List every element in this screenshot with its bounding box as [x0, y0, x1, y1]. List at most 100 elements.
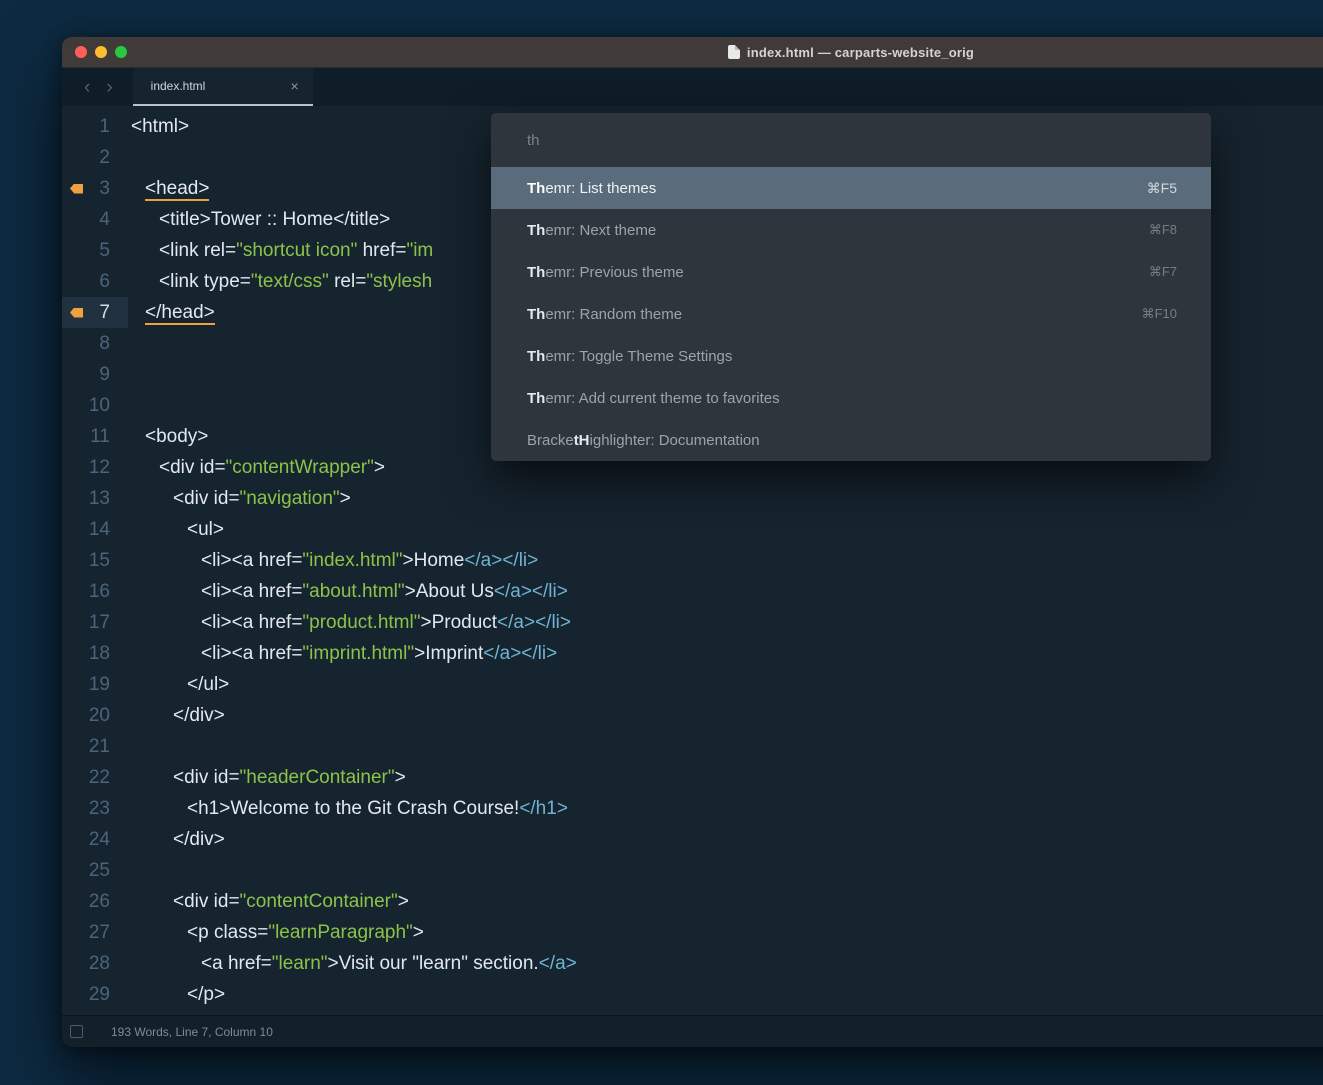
gutter-line[interactable]: 4 — [62, 204, 128, 235]
code-token: <p class= — [187, 922, 268, 943]
code-token: </a></li> — [494, 581, 568, 602]
code-token: rel= — [329, 271, 367, 292]
palette-row[interactable]: Themr: Next theme⌘F8 — [491, 209, 1211, 251]
gutter-line[interactable]: 6 — [62, 266, 128, 297]
gutter-line[interactable]: 25 — [62, 855, 128, 886]
line-number: 14 — [89, 519, 110, 541]
code-token: >Home — [403, 550, 465, 571]
gutter-line[interactable]: 10 — [62, 390, 128, 421]
gutter-line[interactable]: 9 — [62, 359, 128, 390]
nav-back-icon[interactable]: ‹ — [84, 78, 90, 97]
gutter-line[interactable]: 22 — [62, 762, 128, 793]
code-token: "text/css" — [251, 271, 329, 292]
code-line[interactable]: <a href="learn">Visit our "learn" sectio… — [131, 948, 1323, 979]
gutter-line[interactable]: 7 — [62, 297, 128, 328]
code-token: >Product — [420, 612, 497, 633]
palette-row[interactable]: BracketHighlighter: Documentation — [491, 419, 1211, 461]
status-panel-icon[interactable] — [70, 1025, 83, 1038]
code-line[interactable]: <ul> — [131, 514, 1323, 545]
code-line[interactable] — [131, 731, 1323, 762]
nav-forward-icon[interactable]: › — [106, 78, 112, 97]
minimize-window-button[interactable] — [95, 46, 107, 58]
gutter-line[interactable]: 5 — [62, 235, 128, 266]
gutter-line[interactable]: 20 — [62, 700, 128, 731]
code-line[interactable]: <div id="contentContainer"> — [131, 886, 1323, 917]
titlebar[interactable]: index.html — carparts-website_orig — [62, 37, 1323, 68]
line-number: 6 — [99, 271, 110, 293]
gutter-line[interactable]: 28 — [62, 948, 128, 979]
code-line[interactable]: <li><a href="about.html">About Us</a></l… — [131, 576, 1323, 607]
code-line[interactable]: </ul> — [131, 669, 1323, 700]
gutter-line[interactable]: 24 — [62, 824, 128, 855]
gutter-line[interactable]: 17 — [62, 607, 128, 638]
code-line[interactable]: <li><a href="index.html">Home</a></li> — [131, 545, 1323, 576]
palette-row[interactable]: Themr: List themes⌘F5 — [491, 167, 1211, 209]
gutter-line[interactable]: 1 — [62, 111, 128, 142]
gutter-line[interactable]: 11 — [62, 421, 128, 452]
code-token: "navigation" — [240, 488, 340, 509]
line-number: 17 — [89, 612, 110, 634]
code-token: > — [340, 488, 351, 509]
gutter-line[interactable]: 2 — [62, 142, 128, 173]
gutter-line[interactable]: 23 — [62, 793, 128, 824]
code-line[interactable]: </p> — [131, 979, 1323, 1010]
code-token: href= — [357, 240, 406, 261]
line-number: 20 — [89, 705, 110, 727]
palette-row-shortcut: ⌘F8 — [1149, 222, 1177, 238]
code-token: "imprint.html" — [302, 643, 414, 664]
line-number: 2 — [99, 147, 110, 169]
code-line[interactable]: <div id="navigation"> — [131, 483, 1323, 514]
status-text: 193 Words, Line 7, Column 10 — [111, 1025, 273, 1039]
gutter-line[interactable]: 3 — [62, 173, 128, 204]
palette-row[interactable]: Themr: Random theme⌘F10 — [491, 293, 1211, 335]
gutter-line[interactable]: 18 — [62, 638, 128, 669]
code-line[interactable]: <h1>Welcome to the Git Crash Course!</h1… — [131, 793, 1323, 824]
line-number: 25 — [89, 860, 110, 882]
palette-row-label: Themr: Add current theme to favorites — [527, 390, 780, 407]
code-line[interactable]: <div id="headerContainer"> — [131, 762, 1323, 793]
palette-row-label: BracketHighlighter: Documentation — [527, 432, 760, 449]
palette-row[interactable]: Themr: Add current theme to favorites — [491, 377, 1211, 419]
palette-row-label: Themr: Previous theme — [527, 264, 684, 281]
palette-row-shortcut: ⌘F7 — [1149, 264, 1177, 280]
gutter-line[interactable]: 15 — [62, 545, 128, 576]
code-token: "learnParagraph" — [268, 922, 412, 943]
gutter-line[interactable]: 16 — [62, 576, 128, 607]
code-token: <body> — [145, 426, 208, 447]
gutter-line[interactable]: 13 — [62, 483, 128, 514]
code-line[interactable] — [131, 855, 1323, 886]
code-token: >Visit our "learn" section. — [328, 953, 539, 974]
gutter-line[interactable]: 14 — [62, 514, 128, 545]
gutter-line[interactable]: 8 — [62, 328, 128, 359]
close-window-button[interactable] — [75, 46, 87, 58]
zoom-window-button[interactable] — [115, 46, 127, 58]
line-number: 4 — [99, 209, 110, 231]
status-bar: 193 Words, Line 7, Column 10 — [62, 1015, 1323, 1047]
gutter-line[interactable]: 26 — [62, 886, 128, 917]
tab-index-html[interactable]: index.html × — [133, 68, 313, 106]
line-number: 29 — [89, 984, 110, 1006]
code-token: </h1> — [519, 798, 568, 819]
gutter-line[interactable]: 27 — [62, 917, 128, 948]
bookmark-icon — [70, 184, 83, 194]
palette-search-input[interactable]: th — [491, 113, 1211, 167]
gutter-line[interactable]: 29 — [62, 979, 128, 1010]
code-line[interactable]: <li><a href="imprint.html">Imprint</a></… — [131, 638, 1323, 669]
code-token: "headerContainer" — [240, 767, 395, 788]
code-line[interactable]: <li><a href="product.html">Product</a></… — [131, 607, 1323, 638]
gutter-line[interactable]: 19 — [62, 669, 128, 700]
palette-row-shortcut: ⌘F10 — [1142, 306, 1177, 322]
tab-close-icon[interactable]: × — [290, 78, 298, 94]
command-palette: th Themr: List themes⌘F5Themr: Next them… — [491, 113, 1211, 461]
code-line[interactable]: <p class="learnParagraph"> — [131, 917, 1323, 948]
code-token: <h1>Welcome to the Git Crash Course! — [187, 798, 519, 819]
gutter-line[interactable]: 12 — [62, 452, 128, 483]
code-token: </a></li> — [483, 643, 557, 664]
code-line[interactable]: </div> — [131, 824, 1323, 855]
gutter-line[interactable]: 21 — [62, 731, 128, 762]
palette-row[interactable]: Themr: Toggle Theme Settings — [491, 335, 1211, 377]
palette-row[interactable]: Themr: Previous theme ⌘F7 — [491, 251, 1211, 293]
code-token: "shortcut icon" — [236, 240, 357, 261]
code-token: </div> — [173, 705, 225, 726]
code-line[interactable]: </div> — [131, 700, 1323, 731]
